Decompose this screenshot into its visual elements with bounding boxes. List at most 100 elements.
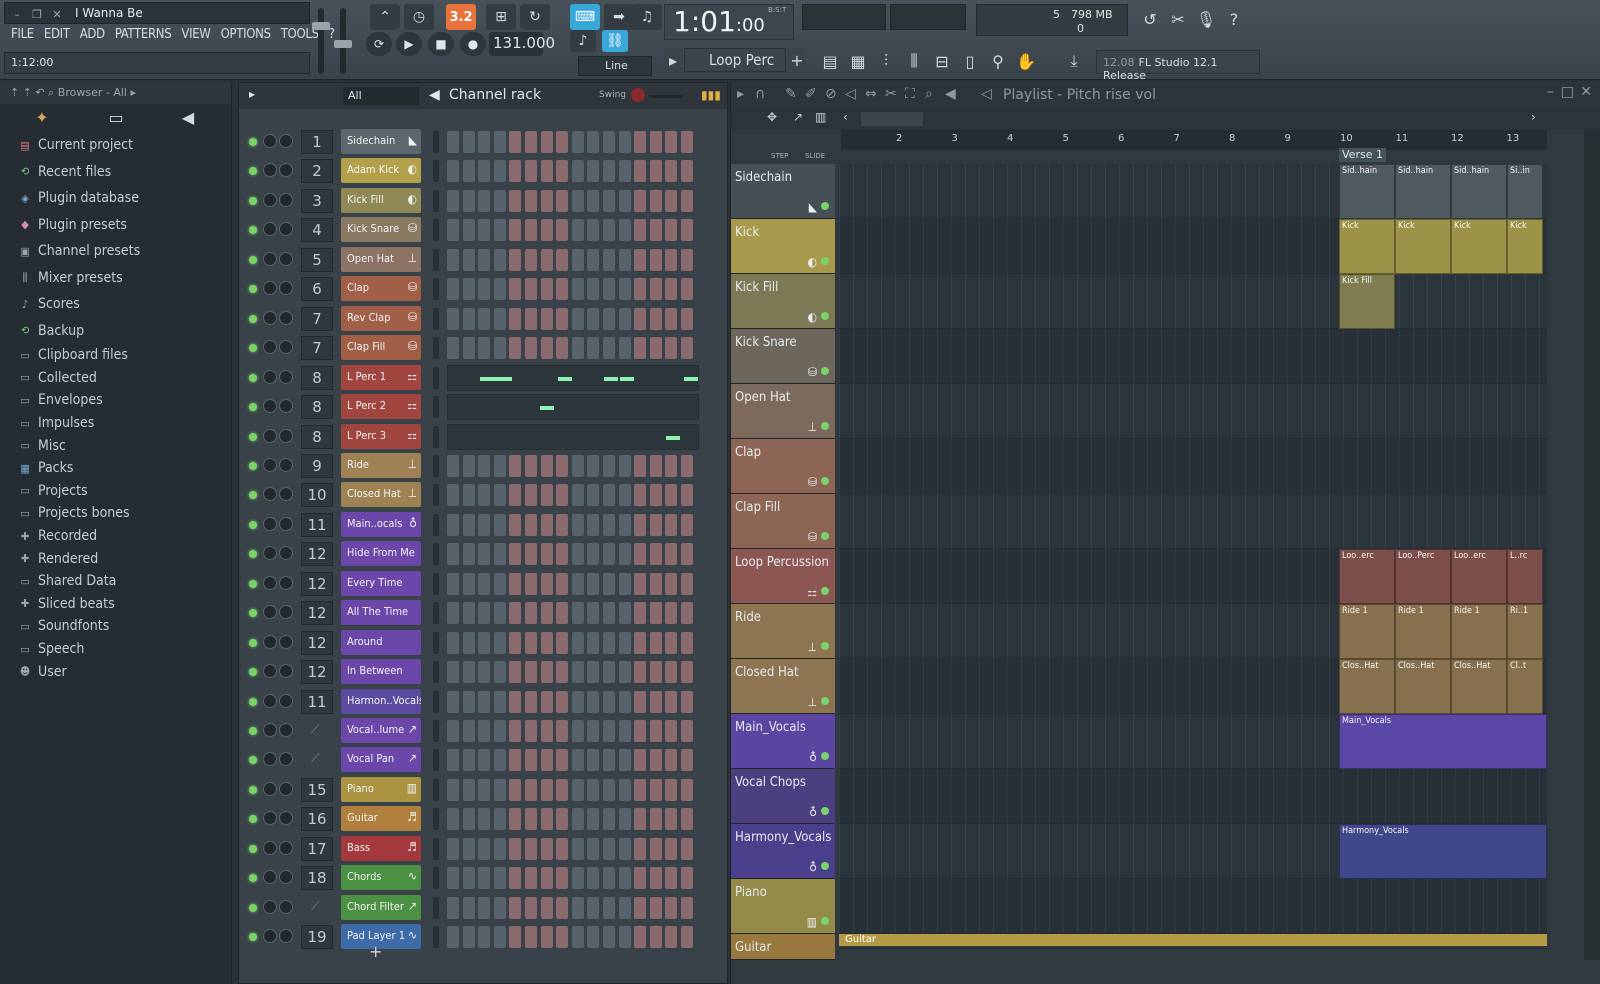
- step-button[interactable]: [556, 337, 569, 360]
- pattern-clip[interactable]: Guitar: [839, 934, 1547, 946]
- step-button[interactable]: [603, 484, 615, 507]
- step-button[interactable]: [571, 808, 584, 831]
- step-button[interactable]: [525, 808, 537, 831]
- step-button[interactable]: [603, 513, 615, 536]
- pattern-clip[interactable]: Sid..hain: [1339, 164, 1395, 219]
- step-button[interactable]: [571, 454, 584, 477]
- step-button[interactable]: [587, 219, 600, 242]
- step-button[interactable]: [525, 484, 537, 507]
- step-button[interactable]: [649, 454, 662, 477]
- step-button[interactable]: [681, 602, 693, 625]
- step-button[interactable]: [603, 720, 615, 742]
- step-button[interactable]: [634, 337, 647, 360]
- step-button[interactable]: [665, 720, 678, 742]
- track-mute-led[interactable]: [821, 862, 829, 870]
- step-button[interactable]: [447, 189, 459, 212]
- channel-select-indicator[interactable]: [433, 661, 439, 684]
- channel-pan-knob[interactable]: [263, 575, 277, 590]
- step-button[interactable]: [603, 631, 615, 654]
- pat-song-toggle-icon[interactable]: ⟳: [366, 32, 392, 56]
- step-button[interactable]: [587, 720, 600, 742]
- step-button[interactable]: [587, 513, 600, 536]
- step-button[interactable]: [556, 543, 569, 566]
- pattern-prev-icon[interactable]: ▸: [664, 48, 682, 72]
- channel-select-indicator[interactable]: [433, 366, 439, 389]
- step-button[interactable]: [509, 602, 522, 625]
- step-button[interactable]: [540, 837, 553, 860]
- step-button[interactable]: [525, 189, 537, 212]
- step-button[interactable]: [665, 484, 678, 507]
- pattern-clip[interactable]: Ride 1: [1339, 604, 1395, 659]
- magnet-icon[interactable]: ∩: [755, 86, 765, 102]
- download-icon[interactable]: ⤓: [1062, 48, 1086, 74]
- channel-select-indicator[interactable]: [433, 160, 439, 183]
- browser-item[interactable]: ☻ User: [18, 660, 231, 683]
- track-mute-led[interactable]: [821, 312, 829, 320]
- channel-pan-knob[interactable]: [263, 163, 277, 178]
- channel-button[interactable]: L Perc 3 ⚏: [341, 423, 421, 449]
- step-button[interactable]: [571, 189, 584, 212]
- countdown-button[interactable]: 3.2: [446, 4, 476, 30]
- channel-button[interactable]: Kick Snare ⛁: [341, 217, 421, 243]
- menu-edit[interactable]: EDIT: [41, 27, 73, 47]
- step-button[interactable]: [556, 160, 569, 183]
- channel-button[interactable]: Hide From Me: [341, 541, 421, 567]
- step-button[interactable]: [571, 307, 584, 330]
- channel-mute-led[interactable]: [249, 785, 257, 794]
- step-button[interactable]: [509, 720, 522, 742]
- step-button[interactable]: [681, 307, 693, 330]
- track-lane[interactable]: [839, 879, 1547, 934]
- step-button[interactable]: [603, 219, 615, 242]
- step-button[interactable]: [525, 337, 537, 360]
- step-button[interactable]: [634, 661, 647, 684]
- channel-button[interactable]: Clap ⛁: [341, 276, 421, 302]
- tempo-display[interactable]: 131.000: [489, 32, 555, 56]
- channel-select-indicator[interactable]: [433, 219, 439, 242]
- step-button[interactable]: [493, 661, 506, 684]
- channel-mute-led[interactable]: [249, 668, 257, 677]
- channel-button[interactable]: Rev Clap ⛁: [341, 305, 421, 331]
- step-button[interactable]: [603, 337, 615, 360]
- channel-select-indicator[interactable]: [433, 131, 439, 153]
- step-button[interactable]: [493, 484, 506, 507]
- step-button[interactable]: [493, 778, 506, 801]
- step-button[interactable]: [603, 690, 615, 713]
- mixer-track-number[interactable]: 9: [301, 453, 333, 478]
- mixer-track-number[interactable]: 3: [301, 188, 333, 213]
- step-button[interactable]: [462, 337, 475, 360]
- channel-filter-dropdown[interactable]: All: [343, 87, 419, 105]
- step-button[interactable]: [493, 837, 506, 860]
- step-button[interactable]: [665, 337, 678, 360]
- browser-item[interactable]: ▭ Projects bones: [18, 502, 231, 525]
- channel-button[interactable]: Vocal Pan ↗: [341, 747, 421, 773]
- step-button[interactable]: [509, 189, 522, 212]
- step-button[interactable]: [665, 749, 678, 772]
- channel-select-indicator[interactable]: [433, 484, 439, 507]
- step-button[interactable]: [540, 661, 553, 684]
- step-button[interactable]: [540, 219, 553, 242]
- step-button[interactable]: [462, 543, 475, 566]
- browser-item[interactable]: ▭ Soundfonts: [18, 615, 231, 638]
- step-button[interactable]: [556, 896, 569, 919]
- pattern-clip[interactable]: Loo..Perc: [1395, 549, 1451, 604]
- mixer-track-number[interactable]: 11: [301, 689, 333, 714]
- step-button[interactable]: [681, 749, 693, 772]
- step-button[interactable]: [603, 896, 615, 919]
- pattern-clip[interactable]: Sid..hain: [1395, 164, 1451, 219]
- loop-record-icon[interactable]: ↻: [520, 4, 550, 30]
- step-button[interactable]: [556, 837, 569, 860]
- step-button[interactable]: [447, 778, 459, 801]
- browser-item[interactable]: ✚ Sliced beats: [18, 593, 231, 616]
- step-button[interactable]: [649, 189, 662, 212]
- channel-button[interactable]: Chord Filter ↗: [341, 894, 421, 920]
- channel-pan-knob[interactable]: [263, 428, 277, 443]
- step-button[interactable]: [618, 926, 631, 949]
- playlist-track-header[interactable]: Open Hat ⊥: [731, 384, 835, 439]
- step-button[interactable]: [509, 513, 522, 536]
- step-button[interactable]: [634, 808, 647, 831]
- arrangement-grid[interactable]: Sid..hain Sid..hain Sid..hain Si..in Kick Kic…: [839, 164, 1547, 949]
- menu-tools[interactable]: TOOLS: [278, 27, 322, 47]
- step-button[interactable]: [462, 602, 475, 625]
- pattern-clip[interactable]: Kick: [1451, 219, 1507, 274]
- channel-pan-knob[interactable]: [263, 516, 277, 531]
